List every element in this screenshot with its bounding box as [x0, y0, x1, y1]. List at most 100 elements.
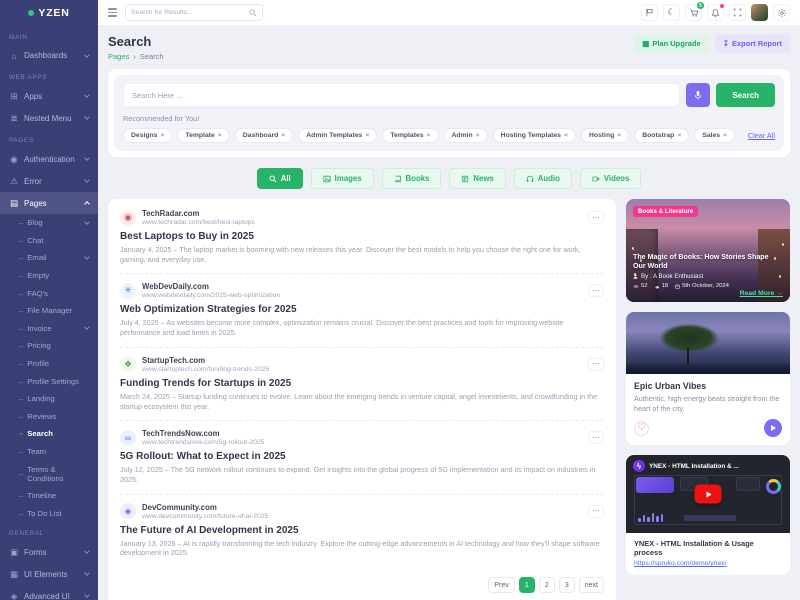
sidebar-item-error[interactable]: ⚠ Error — [0, 170, 98, 192]
notifications-bell-icon[interactable] — [707, 4, 724, 21]
fullscreen-icon[interactable] — [729, 4, 746, 21]
sidebar-item-search[interactable]: –Search — [0, 425, 98, 443]
sidebar-item-team[interactable]: –Team — [0, 443, 98, 461]
category-badge[interactable]: Books & Literature — [633, 206, 698, 217]
more-options-icon[interactable]: ⋯ — [588, 284, 604, 297]
tag-pill[interactable]: Admin× — [444, 128, 488, 143]
clear-all-link[interactable]: Clear All — [748, 131, 775, 140]
flag-icon[interactable] — [641, 4, 658, 21]
sidebar-item-apps[interactable]: ⊞ Apps — [0, 85, 98, 107]
site-url[interactable]: www.techtrendsnow.com/5g-rollout-2025 — [142, 439, 264, 446]
pagination-page-2[interactable]: 2 — [539, 577, 555, 593]
plan-upgrade-button[interactable]: ▦ Plan Upgrade — [634, 34, 708, 53]
favorite-heart-icon[interactable]: ♡ — [634, 421, 649, 436]
site-url[interactable]: www.techradar.com/best/best-laptops — [142, 219, 255, 226]
tag-pill[interactable]: Templates× — [382, 128, 438, 143]
microphone-button[interactable] — [686, 83, 710, 107]
featured-title[interactable]: The Magic of Books: How Stories Shape Ou… — [633, 253, 783, 271]
cart-icon[interactable]: 5 — [685, 4, 702, 21]
close-icon[interactable]: × — [617, 132, 621, 139]
sidebar-item-profile[interactable]: –Profile — [0, 355, 98, 373]
sidebar-item-authentication[interactable]: ◉ Authentication — [0, 148, 98, 170]
result-title[interactable]: 5G Rollout: What to Expect in 2025 — [120, 451, 604, 462]
search-input[interactable] — [123, 83, 680, 107]
tag-pill[interactable]: Hosting× — [581, 128, 629, 143]
result-title[interactable]: The Future of AI Development in 2025 — [120, 525, 604, 536]
close-icon[interactable]: × — [476, 132, 480, 139]
pagination-page-1[interactable]: 1 — [519, 577, 535, 593]
menu-icon[interactable] — [108, 8, 117, 16]
sidebar-item-pages[interactable]: ▤ Pages — [0, 192, 98, 214]
sidebar-item-terms[interactable]: –Terms & Conditions — [0, 460, 98, 487]
filter-audio-button[interactable]: Audio — [514, 168, 572, 189]
result-title[interactable]: Best Laptops to Buy in 2025 — [120, 231, 604, 242]
sidebar-item-email[interactable]: –Email — [0, 249, 98, 267]
pagination-page-3[interactable]: 3 — [559, 577, 575, 593]
video-link[interactable]: https://spruko.com/demo/ynex/ — [634, 560, 782, 567]
tag-pill[interactable]: Designs× — [123, 128, 172, 143]
sidebar-item-forms[interactable]: ▣ Forms — [0, 541, 98, 563]
sidebar-item-invoice[interactable]: –Invoice — [0, 320, 98, 338]
close-icon[interactable]: × — [427, 132, 431, 139]
play-button[interactable] — [764, 419, 782, 437]
read-more-link[interactable]: Read More → — [740, 290, 783, 297]
settings-gear-icon[interactable] — [773, 4, 790, 21]
header-search-input[interactable] — [131, 9, 249, 16]
sidebar-item-timeline[interactable]: –Timeline — [0, 487, 98, 505]
audio-title[interactable]: Epic Urban Vibes — [634, 381, 782, 391]
result-title[interactable]: Funding Trends for Startups in 2025 — [120, 378, 604, 389]
close-icon[interactable]: × — [723, 132, 727, 139]
sidebar-item-pricing[interactable]: –Pricing — [0, 337, 98, 355]
tag-pill[interactable]: Hosting Templates× — [493, 128, 576, 143]
sidebar-item-nested-menu[interactable]: ≣ Nested Menu — [0, 107, 98, 129]
more-options-icon[interactable]: ⋯ — [588, 431, 604, 444]
filter-images-button[interactable]: Images — [311, 168, 374, 189]
dark-mode-moon-icon[interactable]: ☾ — [663, 4, 680, 21]
site-url[interactable]: www.startuptech.com/funding-trends-2025 — [142, 366, 269, 373]
site-url[interactable]: www.devcommunity.com/future-of-ai-2025 — [142, 513, 268, 520]
filter-all-button[interactable]: All — [257, 168, 303, 189]
close-icon[interactable]: × — [564, 132, 568, 139]
featured-article-card[interactable]: Books & Literature The Magic of Books: H… — [626, 199, 790, 302]
sidebar-item-file-manager[interactable]: –File Manager — [0, 302, 98, 320]
sidebar-item-advanced-ui[interactable]: ◈ Advanced UI — [0, 585, 98, 600]
result-title[interactable]: Web Optimization Strategies for 2025 — [120, 304, 604, 315]
sidebar-item-chat[interactable]: –Chat — [0, 232, 98, 250]
user-avatar[interactable] — [751, 4, 768, 21]
sidebar-item-faqs[interactable]: –FAQ's — [0, 284, 98, 302]
pagination-next[interactable]: next — [579, 577, 604, 593]
youtube-play-button[interactable] — [695, 485, 722, 504]
sidebar-item-dashboards[interactable]: ⌂ Dashboards — [0, 45, 98, 66]
filter-videos-button[interactable]: Videos — [580, 168, 641, 189]
sidebar-item-blog[interactable]: –Blog — [0, 214, 98, 232]
tag-pill[interactable]: Sales× — [694, 128, 735, 143]
sidebar-item-empty[interactable]: –Empty — [0, 267, 98, 285]
close-icon[interactable]: × — [160, 132, 164, 139]
close-icon[interactable]: × — [218, 132, 222, 139]
search-button[interactable]: Search — [716, 83, 775, 107]
video-title[interactable]: YNEX - HTML Installation & Usage process — [634, 539, 782, 557]
close-icon[interactable]: × — [365, 132, 369, 139]
sidebar-item-profile-settings[interactable]: –Profile Settings — [0, 372, 98, 390]
tag-pill[interactable]: Dashboard× — [235, 128, 294, 143]
sidebar-item-landing[interactable]: –Landing — [0, 390, 98, 408]
filter-news-button[interactable]: News — [449, 168, 505, 189]
breadcrumb-parent[interactable]: Pages — [108, 52, 129, 61]
site-url[interactable]: www.webdevdaily.com/2025-web-optimizatio… — [142, 292, 280, 299]
tag-pill[interactable]: Admin Templates× — [298, 128, 377, 143]
pagination-prev[interactable]: Prev — [488, 577, 514, 593]
sidebar-item-ui-elements[interactable]: ▦ UI Elements — [0, 563, 98, 585]
more-options-icon[interactable]: ⋯ — [588, 505, 604, 518]
sidebar-item-reviews[interactable]: –Reviews — [0, 408, 98, 426]
filter-books-button[interactable]: Books — [382, 168, 442, 189]
close-icon[interactable]: × — [281, 132, 285, 139]
search-icon[interactable] — [249, 9, 257, 17]
sidebar-item-todo-list[interactable]: –To Do List — [0, 505, 98, 523]
more-options-icon[interactable]: ⋯ — [588, 211, 604, 224]
more-options-icon[interactable]: ⋯ — [588, 358, 604, 371]
close-icon[interactable]: × — [677, 132, 681, 139]
tag-pill[interactable]: Template× — [177, 128, 229, 143]
export-report-button[interactable]: ↧ Export Report — [715, 34, 790, 53]
video-thumbnail[interactable]: ϟ YNEX - HTML Installation & ... — [626, 455, 790, 533]
tag-pill[interactable]: Bootstrap× — [634, 128, 689, 143]
